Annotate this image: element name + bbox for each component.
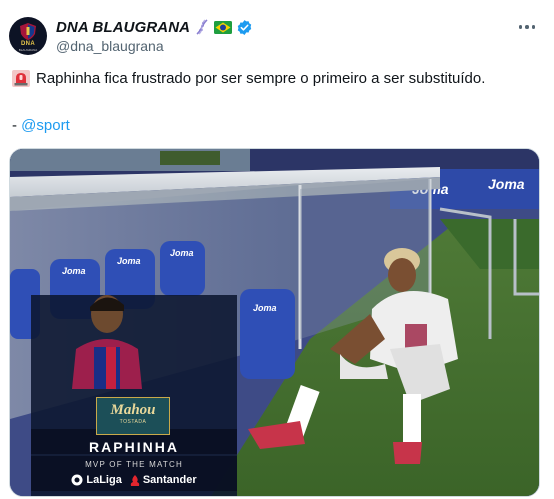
source-prefix: - (12, 117, 22, 134)
svg-text:Joma: Joma (170, 248, 194, 258)
league-logo-row: LaLiga Santander (31, 474, 237, 486)
mvp-label: MVP OF THE MATCH (85, 460, 183, 469)
mention-link[interactable]: @sport (21, 117, 70, 134)
tweet-body: Raphinha fica frustrado por ser sempre o… (36, 70, 486, 87)
league-name: LaLiga (86, 474, 122, 486)
tweet-source: - @sport (12, 117, 70, 134)
avatar-caption: DNA (21, 41, 35, 47)
crest-logo-icon (20, 23, 36, 40)
verified-badge-icon (237, 19, 252, 35)
laliga-logo-icon (71, 474, 83, 486)
avatar-subcaption: BLAUGRANA (18, 48, 38, 52)
svg-text:Joma: Joma (253, 303, 277, 313)
svg-text:Joma: Joma (117, 256, 141, 266)
sponsor-brand: Mahou (110, 402, 156, 418)
tweet-photo[interactable]: Joma Joma Joma Joma Joma Joma (9, 148, 540, 497)
author-name-row: DNA BLAUGRANA (56, 17, 253, 37)
siren-icon (12, 70, 30, 87)
tweet-text: Raphinha fica frustrado por ser sempre o… (12, 70, 485, 87)
league-partner: Santander (142, 474, 197, 486)
santander-flame-icon (130, 474, 140, 486)
avatar[interactable]: DNA BLAUGRANA (9, 17, 47, 55)
brazil-flag-icon (214, 20, 233, 34)
dna-icon (196, 19, 208, 35)
author-handle[interactable]: @dna_blaugrana (56, 38, 164, 54)
display-name[interactable]: DNA BLAUGRANA (56, 19, 190, 36)
svg-text:Joma: Joma (62, 266, 86, 276)
ad-board-text-2: Joma (488, 176, 525, 192)
mvp-player-name: RAPHINHA (89, 439, 179, 455)
more-options-icon[interactable] (516, 18, 538, 36)
sponsor-badge: Mahou TOSTADA (96, 397, 170, 435)
sponsor-sub: TOSTADA (119, 419, 147, 425)
